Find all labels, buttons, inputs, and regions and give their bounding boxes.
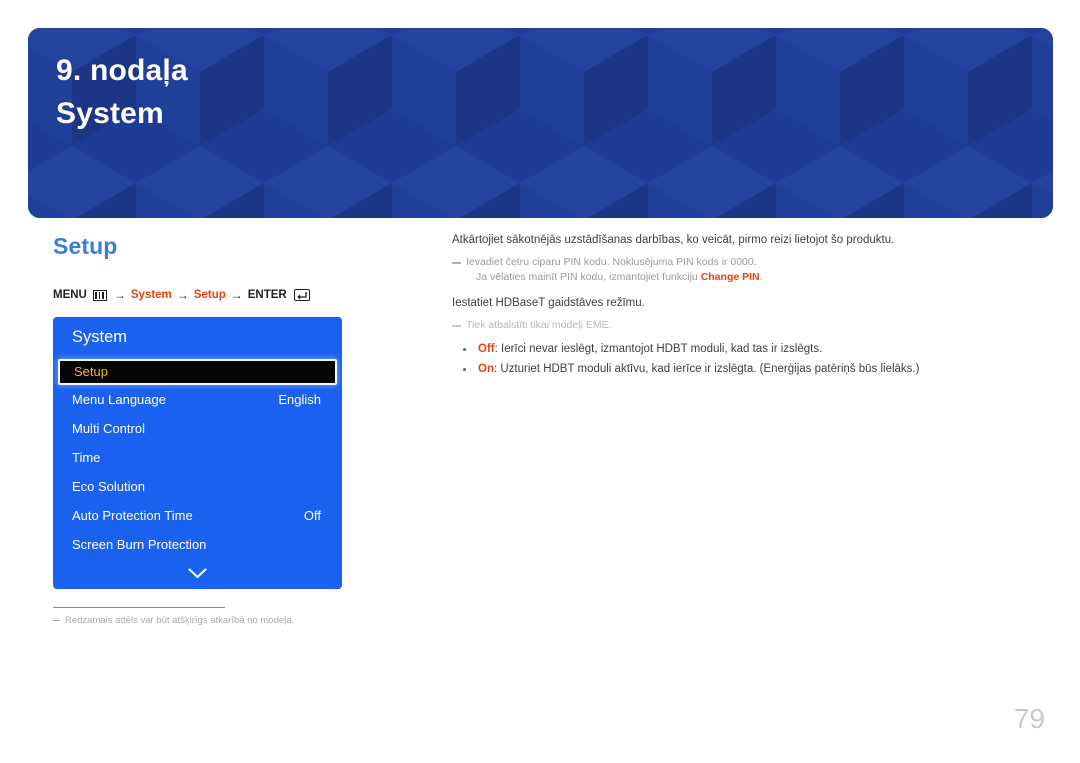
menu-icon — [92, 289, 107, 301]
note-dash-icon — [452, 262, 461, 264]
chapter-banner: 9. nodaļa System — [28, 28, 1053, 218]
note-line-1: Ievadiet četru ciparu PIN kodu. Noklusēj… — [466, 256, 757, 268]
left-column: Setup MENU → System → Setup → ENTER — [53, 232, 413, 320]
note-line-2-pre: Ja vēlaties mainīt PIN kodu, izmantojiet… — [476, 271, 701, 283]
page-title: Setup — [53, 233, 118, 259]
note-line-2: Ja vēlaties mainīt PIN kodu, izmantojiet… — [466, 270, 1052, 285]
note-line-2-post: . — [759, 271, 763, 283]
breadcrumb-arrow-3: → — [230, 288, 243, 302]
breadcrumb-arrow-1: → — [113, 288, 126, 302]
osd-row-eco-solution[interactable]: Eco Solution — [53, 475, 342, 499]
note-body: Ievadiet četru ciparu PIN kodu. Noklusēj… — [466, 255, 1052, 285]
osd-menu-panel: System Setup Menu Language English Multi Co… — [53, 317, 342, 589]
osd-row-value: Off — [303, 508, 321, 523]
option-description: Uzturiet HDBT moduli aktīvu, kad ierīce … — [500, 363, 920, 375]
right-column: Atkārtojiet sākotnējās uzstādīšanas darb… — [452, 232, 1052, 379]
osd-row-screen-burn-protection[interactable]: Screen Burn Protection — [53, 533, 342, 557]
osd-row-label: Menu Language — [72, 392, 166, 407]
osd-row-label: Time — [72, 450, 101, 465]
footnote-divider — [53, 607, 225, 608]
change-pin-reference: Change PIN — [700, 271, 760, 283]
chapter-title: System — [56, 97, 164, 130]
option-list-item: On: Uzturiet HDBT moduli aktīvu, kad ier… — [452, 359, 1052, 379]
osd-row-value: English — [278, 392, 321, 407]
chapter-number: 9. nodaļa — [56, 54, 188, 87]
footnote-text: Redzamais attēls var būt atšķirīgs atkar… — [65, 615, 295, 626]
banner-text-block: 9. nodaļa System — [56, 50, 188, 136]
breadcrumb: MENU → System → Setup → ENTER — [53, 288, 413, 302]
note-pin-code: Ievadiet četru ciparu PIN kodu. Noklusēj… — [452, 255, 1052, 285]
osd-row-label: Screen Burn Protection — [72, 537, 207, 552]
breadcrumb-enter-label: ENTER — [247, 289, 287, 301]
breadcrumb-arrow-2: → — [176, 288, 189, 302]
option-name: On — [478, 363, 494, 375]
note-dash-icon — [452, 325, 461, 327]
image-disclaimer-footnote: Redzamais attēls var būt atšķirīgs atkar… — [53, 614, 453, 628]
breadcrumb-menu-label: MENU — [53, 289, 87, 301]
osd-row-multi-control[interactable]: Multi Control — [53, 417, 342, 441]
page-number: 79 — [1013, 703, 1045, 734]
osd-row-label: Eco Solution — [72, 479, 145, 494]
osd-row-time[interactable]: Time — [53, 446, 342, 470]
breadcrumb-step-setup[interactable]: Setup — [194, 288, 226, 302]
osd-row-label: Multi Control — [72, 421, 145, 436]
breadcrumb-step-system[interactable]: System — [131, 288, 172, 302]
osd-row-menu-language[interactable]: Menu Language English — [53, 388, 342, 412]
osd-row-label: Setup — [74, 364, 108, 379]
note-model-support: Tiek atbalstīti tikai modeļi EME. — [452, 318, 1052, 333]
osd-row-setup[interactable]: Setup — [58, 359, 337, 385]
osd-row-label: Auto Protection Time — [72, 508, 193, 523]
note-body: Tiek atbalstīti tikai modeļi EME. — [466, 319, 612, 331]
note-dash-icon — [53, 620, 60, 622]
option-name: Off — [478, 343, 495, 355]
option-list: Off: Ierīci nevar ieslēgt, izmantojot HD… — [452, 339, 1052, 379]
chevron-down-icon[interactable] — [53, 568, 342, 579]
option-description: Ierīci nevar ieslēgt, izmantojot HDBT mo… — [501, 343, 823, 355]
description-paragraph-2: Iestatiet HDBaseT gaidstāves režīmu. — [452, 297, 645, 309]
enter-icon — [293, 289, 310, 301]
option-list-item: Off: Ierīci nevar ieslēgt, izmantojot HD… — [452, 339, 1052, 359]
osd-panel-title: System — [72, 328, 128, 346]
osd-row-auto-protection-time[interactable]: Auto Protection Time Off — [53, 504, 342, 528]
description-paragraph-1: Atkārtojiet sākotnējās uzstādīšanas darb… — [452, 234, 895, 246]
